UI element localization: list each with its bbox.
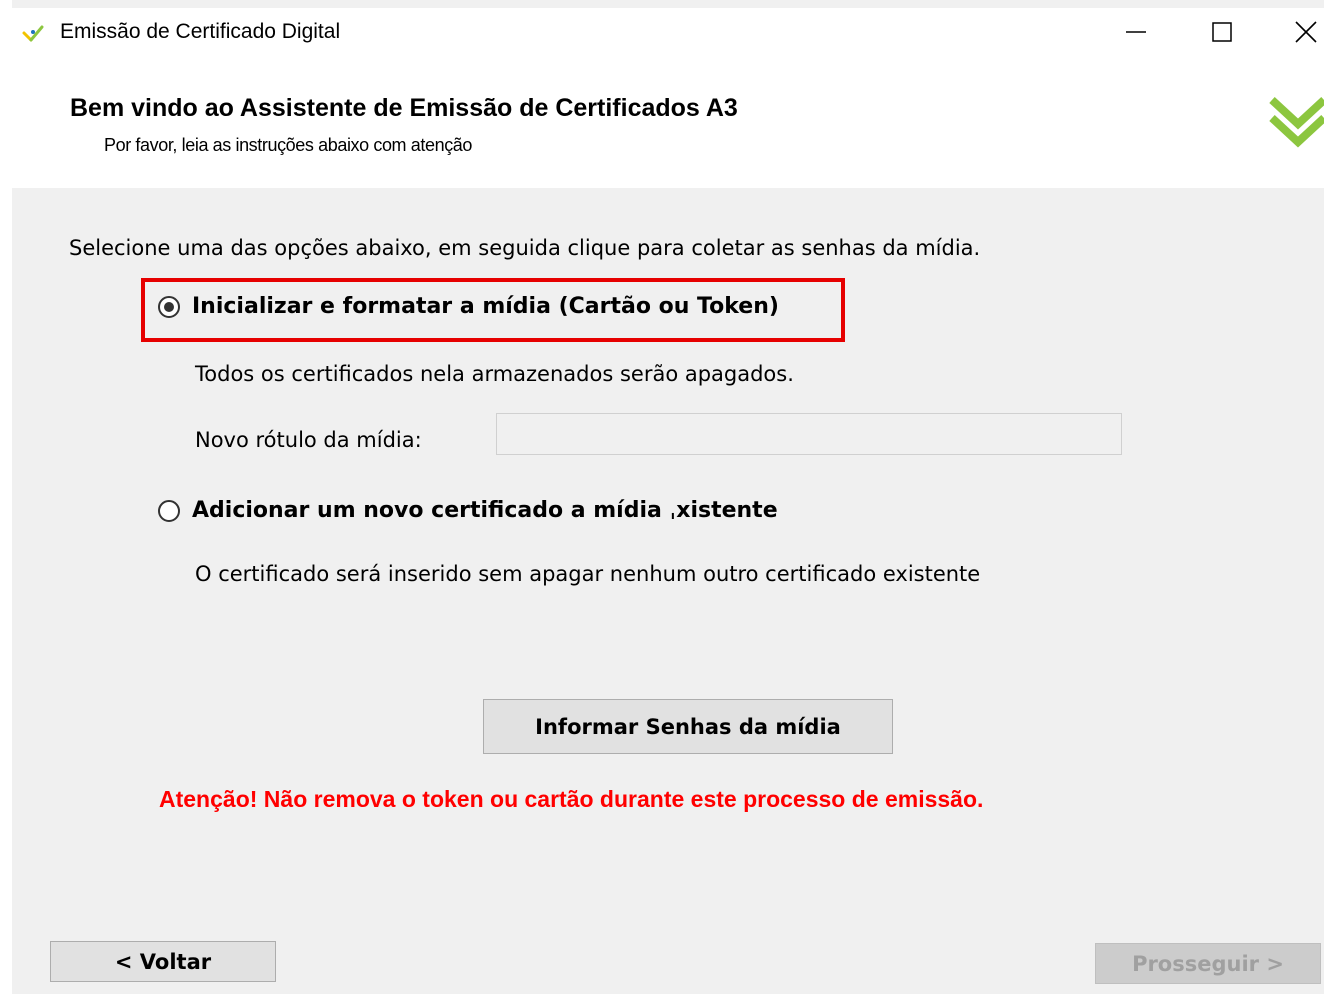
- media-label-input[interactable]: [496, 413, 1122, 455]
- checkmark-logo-icon: [22, 25, 44, 42]
- double-chevron-logo-icon: [1269, 97, 1324, 148]
- wizard-header: Bem vindo ao Assistente de Emissão de Ce…: [12, 60, 1324, 188]
- wizard-title: Bem vindo ao Assistente de Emissão de Ce…: [70, 94, 738, 122]
- option-format-media[interactable]: Inicializar e formatar a mídia (Cartão o…: [158, 294, 779, 319]
- minimize-icon: [1126, 31, 1146, 33]
- radio-add-certificate[interactable]: [158, 499, 180, 522]
- media-label-field-label: Novo rótulo da mídia:: [195, 428, 422, 452]
- background-strip: [0, 0, 12, 994]
- radio-format-media[interactable]: [158, 295, 180, 318]
- warning-text: Atenção! Não remova o token ou cartão du…: [159, 786, 984, 812]
- option-add-certificate-label: Adicionar um novo certificado a mídia ˌx…: [192, 498, 778, 523]
- enter-passwords-button[interactable]: Informar Senhas da mídia: [483, 699, 893, 754]
- wizard-subtitle: Por favor, leia as instruções abaixo com…: [104, 135, 473, 155]
- instruction-text: Selecione uma das opções abaixo, em segu…: [69, 236, 981, 260]
- maximize-button[interactable]: [1192, 8, 1252, 56]
- option-add-certificate[interactable]: Adicionar um novo certificado a mídia ˌx…: [158, 498, 778, 523]
- option-format-media-label: Inicializar e formatar a mídia (Cartão o…: [192, 294, 779, 319]
- next-button[interactable]: Prosseguir >: [1095, 943, 1321, 984]
- option-add-certificate-description: O certificado será inserido sem apagar n…: [195, 562, 981, 586]
- wizard-window: Emissão de Certificado Digital Bem vindo…: [12, 8, 1324, 994]
- maximize-icon: [1212, 22, 1232, 42]
- window-title: Emissão de Certificado Digital: [60, 20, 341, 43]
- close-icon: [1295, 21, 1317, 43]
- title-bar[interactable]: Emissão de Certificado Digital: [12, 8, 1324, 60]
- close-button[interactable]: [1276, 8, 1324, 56]
- back-button[interactable]: < Voltar: [50, 941, 276, 982]
- minimize-button[interactable]: [1106, 8, 1166, 56]
- option-format-media-description: Todos os certificados nela armazenados s…: [195, 362, 794, 386]
